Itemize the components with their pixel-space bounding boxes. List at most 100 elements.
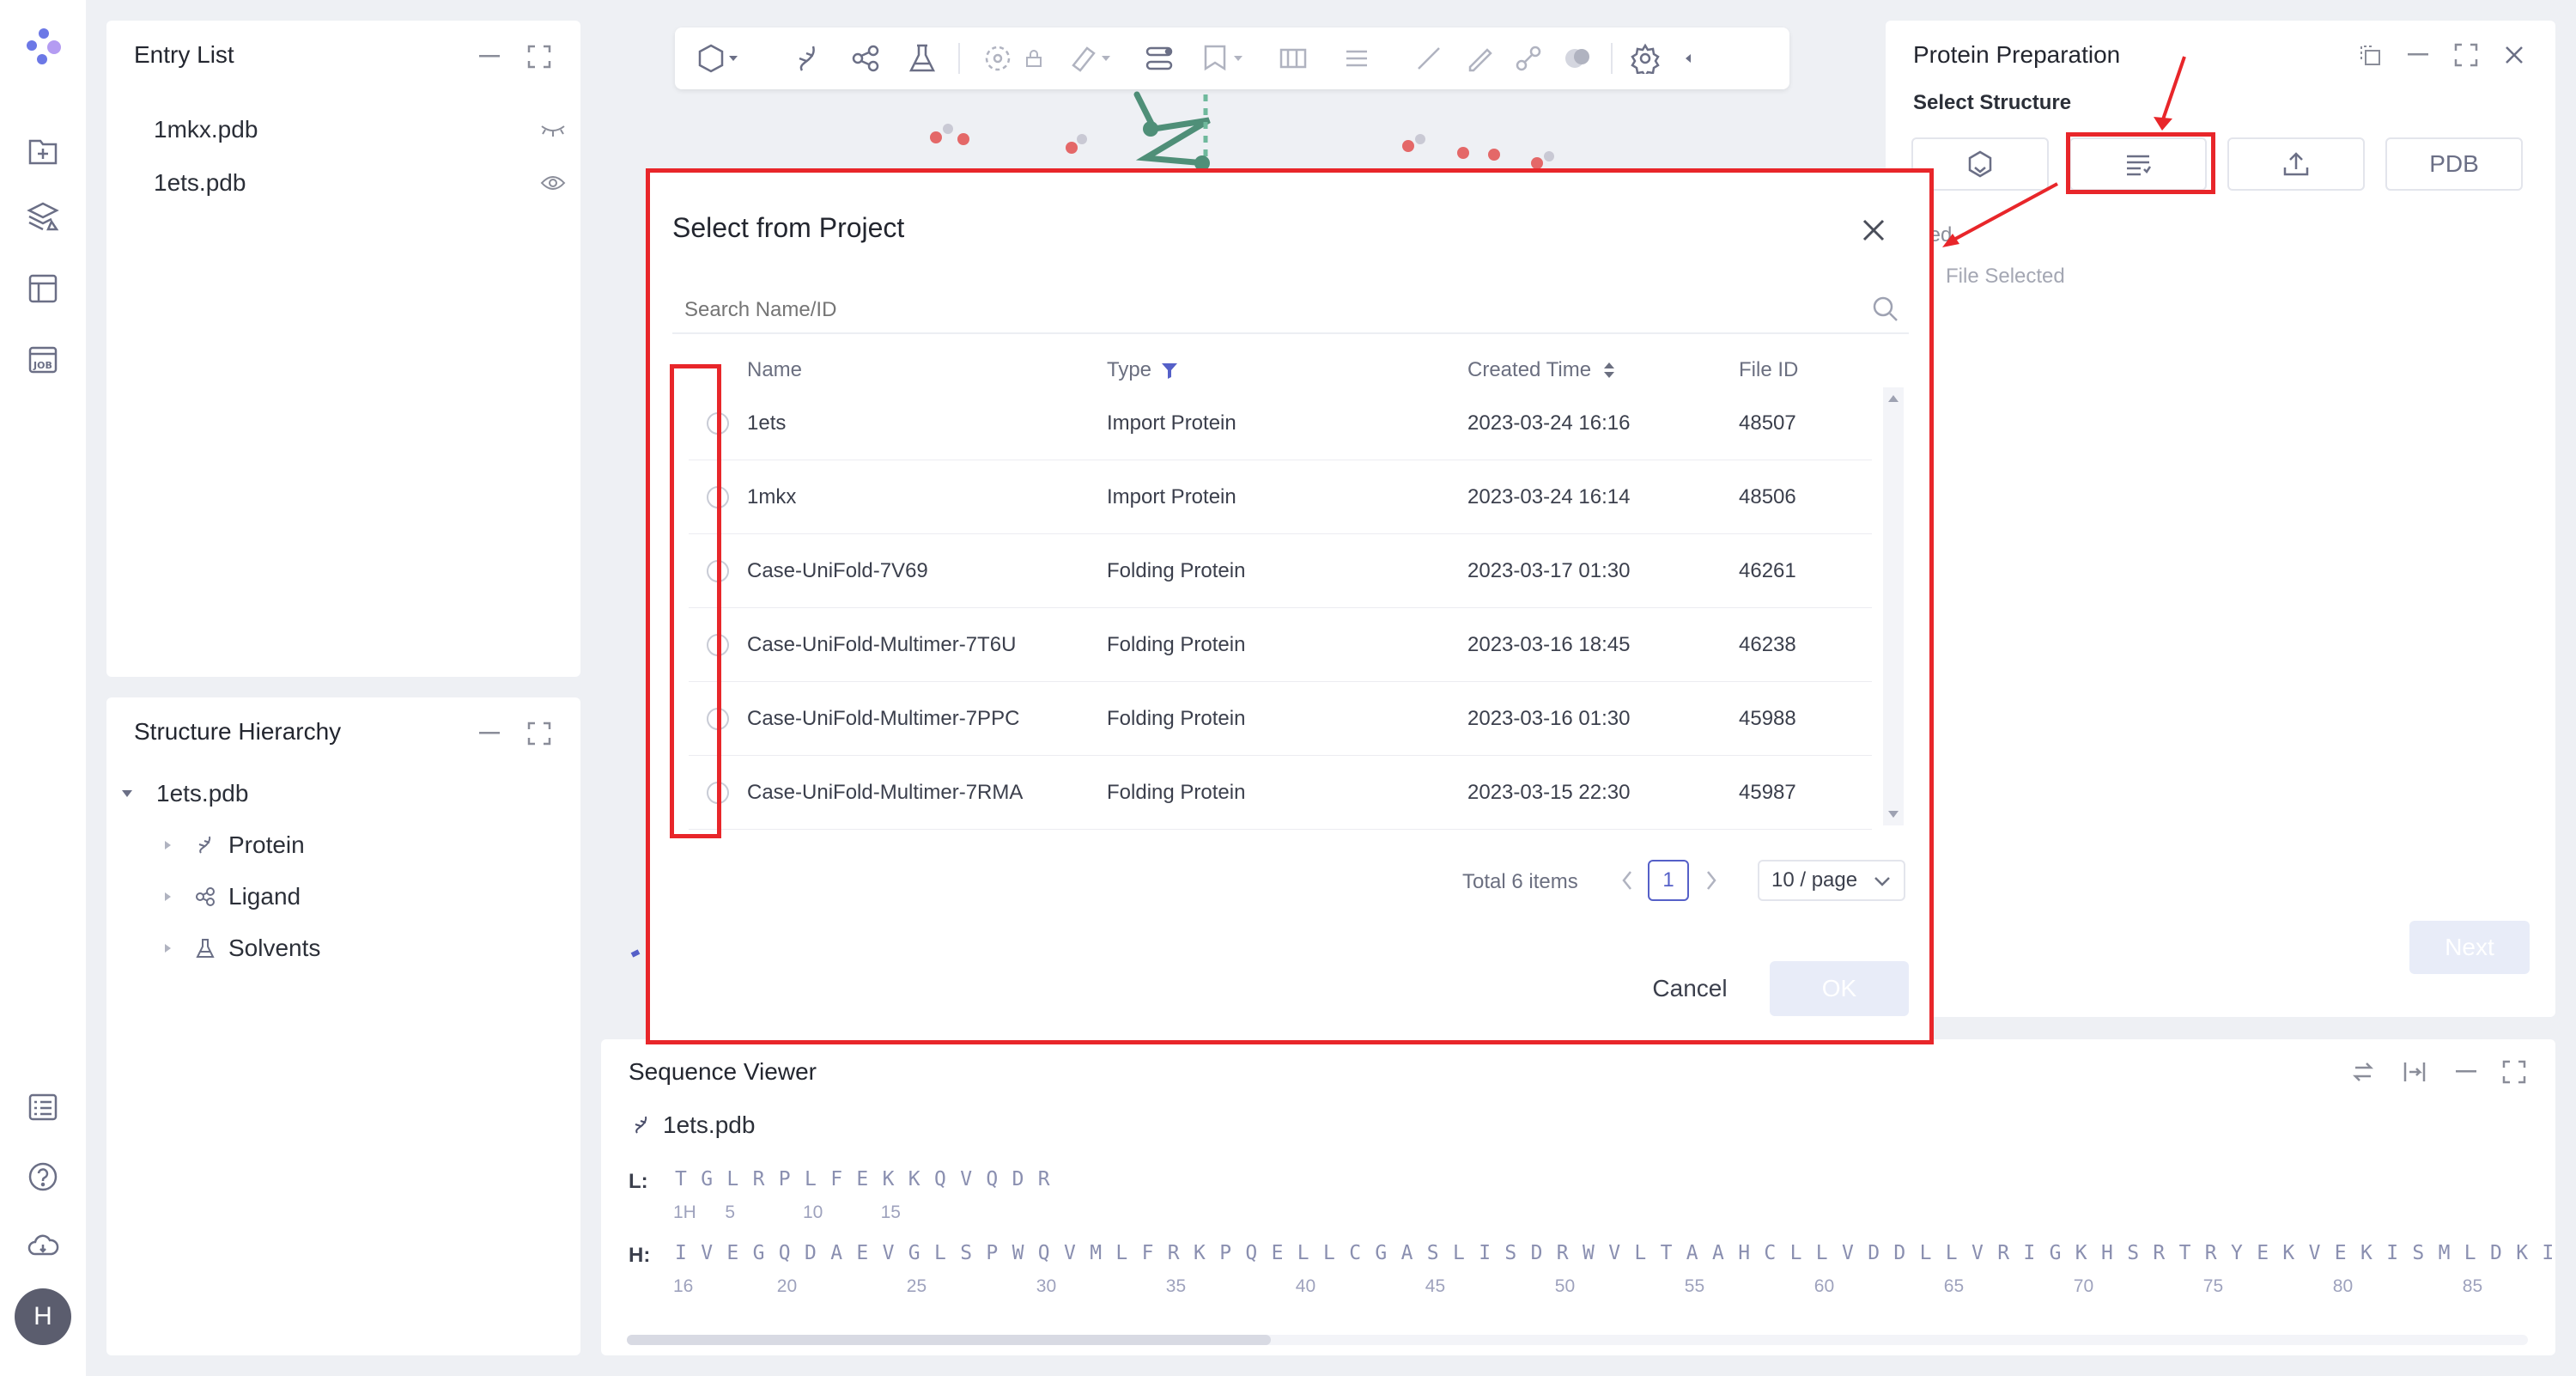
cancel-button[interactable]: Cancel bbox=[1634, 961, 1746, 1016]
search-icon[interactable] bbox=[1871, 295, 1900, 324]
residue[interactable]: V bbox=[1608, 1242, 1620, 1264]
residue[interactable]: S bbox=[1504, 1242, 1516, 1264]
table-row[interactable]: 1mkx Import Protein 2023-03-24 16:14 48506 bbox=[689, 460, 1872, 534]
residue[interactable]: Q bbox=[779, 1242, 791, 1264]
flask-icon[interactable] bbox=[905, 41, 939, 76]
collapse-icon[interactable] bbox=[1680, 41, 1697, 76]
residue[interactable]: S bbox=[1427, 1242, 1439, 1264]
residue[interactable]: C bbox=[1764, 1242, 1776, 1264]
avatar[interactable]: H bbox=[15, 1288, 71, 1345]
residue[interactable]: A bbox=[1401, 1242, 1413, 1264]
eye-icon[interactable] bbox=[540, 174, 566, 192]
residue[interactable]: V bbox=[1971, 1242, 1984, 1264]
residue[interactable]: I bbox=[675, 1242, 687, 1264]
chain-l-sequence[interactable]: TGLRPLFEKKQVQDR bbox=[675, 1168, 2547, 1197]
new-file-icon[interactable] bbox=[22, 131, 64, 172]
caret-down-icon[interactable] bbox=[120, 788, 134, 799]
link-icon[interactable] bbox=[1511, 41, 1546, 76]
ok-button[interactable]: OK bbox=[1770, 961, 1909, 1016]
residue[interactable]: P bbox=[779, 1168, 791, 1190]
residue[interactable]: D bbox=[1868, 1242, 1880, 1264]
residue[interactable]: L bbox=[2464, 1242, 2476, 1264]
residue[interactable]: Q bbox=[1245, 1242, 1257, 1264]
pdb-button[interactable]: PDB bbox=[2385, 137, 2523, 191]
table-row[interactable]: Case-UniFold-Multimer-7RMA Folding Protei… bbox=[689, 756, 1872, 830]
residue[interactable]: L bbox=[1816, 1242, 1828, 1264]
scroll-up-icon[interactable] bbox=[1887, 394, 1899, 403]
residue[interactable]: K bbox=[908, 1168, 920, 1190]
lock-icon[interactable] bbox=[1017, 41, 1051, 76]
close-icon[interactable] bbox=[2499, 40, 2530, 70]
next-button[interactable]: Next bbox=[2409, 921, 2530, 974]
minimize-icon[interactable] bbox=[474, 41, 505, 72]
residue[interactable]: F bbox=[830, 1168, 842, 1190]
map-icon[interactable] bbox=[1276, 41, 1310, 76]
table-icon[interactable] bbox=[22, 268, 64, 309]
page-size-select[interactable]: 10 / page bbox=[1758, 860, 1905, 901]
residue[interactable]: P bbox=[986, 1242, 998, 1264]
sort-icon[interactable] bbox=[1603, 361, 1615, 380]
residue[interactable]: W bbox=[1012, 1242, 1024, 1264]
table-row[interactable]: Case-UniFold-Multimer-7T6U Folding Protei… bbox=[689, 608, 1872, 682]
protein-icon[interactable] bbox=[792, 41, 826, 76]
residue[interactable]: D bbox=[1531, 1242, 1543, 1264]
residue[interactable]: R bbox=[2205, 1242, 2217, 1264]
caret-right-icon[interactable] bbox=[163, 942, 172, 954]
residue[interactable]: C bbox=[1349, 1242, 1361, 1264]
residue[interactable]: A bbox=[830, 1242, 842, 1264]
caret-right-icon[interactable] bbox=[163, 839, 172, 851]
residue[interactable]: T bbox=[675, 1168, 687, 1190]
residue[interactable]: E bbox=[2335, 1242, 2347, 1264]
residue[interactable]: R bbox=[2153, 1242, 2165, 1264]
eye-closed-icon[interactable] bbox=[540, 121, 566, 138]
residue[interactable]: T bbox=[1661, 1242, 1673, 1264]
residue[interactable]: I bbox=[1479, 1242, 1491, 1264]
table-row[interactable]: Case-UniFold-Multimer-7PPC Folding Protei… bbox=[689, 682, 1872, 756]
ligand-icon[interactable] bbox=[848, 41, 883, 76]
residue[interactable]: I bbox=[2542, 1242, 2554, 1264]
residue[interactable]: L bbox=[1790, 1242, 1802, 1264]
residue[interactable]: D bbox=[1893, 1242, 1905, 1264]
residue[interactable]: V bbox=[1842, 1242, 1854, 1264]
residue[interactable]: D bbox=[1012, 1168, 1024, 1190]
cube-icon[interactable] bbox=[694, 41, 728, 76]
vertical-scrollbar[interactable] bbox=[1883, 387, 1904, 825]
residue[interactable]: K bbox=[2075, 1242, 2087, 1264]
job-icon[interactable]: JOB bbox=[22, 338, 64, 380]
residue[interactable]: D bbox=[2490, 1242, 2502, 1264]
copy-icon[interactable] bbox=[2354, 40, 2385, 70]
residue[interactable]: V bbox=[883, 1242, 895, 1264]
table-row[interactable]: Case-UniFold-7V69 Folding Protein 2023-03-… bbox=[689, 534, 1872, 608]
residue[interactable]: D bbox=[805, 1242, 817, 1264]
residue[interactable]: I bbox=[2023, 1242, 2035, 1264]
residue[interactable]: L bbox=[1115, 1242, 1127, 1264]
horizontal-scrollbar[interactable] bbox=[627, 1335, 2528, 1345]
minimize-icon[interactable] bbox=[2403, 40, 2433, 70]
residue[interactable]: E bbox=[856, 1242, 868, 1264]
gear-icon[interactable] bbox=[1628, 41, 1662, 76]
entry-item[interactable]: 1ets.pdb bbox=[154, 161, 566, 204]
residue[interactable]: K bbox=[2360, 1242, 2372, 1264]
residue[interactable]: E bbox=[726, 1242, 738, 1264]
residue[interactable]: I bbox=[2386, 1242, 2398, 1264]
prev-page-icon[interactable] bbox=[1619, 865, 1636, 896]
residue[interactable]: Q bbox=[986, 1168, 998, 1190]
tree-node-protein[interactable]: Protein bbox=[163, 826, 305, 864]
residue[interactable]: K bbox=[2282, 1242, 2294, 1264]
residue[interactable]: M bbox=[2439, 1242, 2451, 1264]
scrollbar-thumb[interactable] bbox=[627, 1335, 1271, 1345]
chevron-down-icon[interactable] bbox=[1097, 41, 1115, 76]
fit-width-icon[interactable] bbox=[2399, 1056, 2430, 1087]
residue[interactable]: L bbox=[1453, 1242, 1465, 1264]
residue[interactable]: G bbox=[753, 1242, 765, 1264]
residue[interactable]: E bbox=[856, 1168, 868, 1190]
pencil-icon[interactable] bbox=[1461, 41, 1496, 76]
residue[interactable]: R bbox=[753, 1168, 765, 1190]
chain-h-sequence[interactable]: IVEGQDAEVGLSPWQVMLFRKPQELLCGASLISDRWVLTA… bbox=[675, 1242, 2554, 1271]
residue[interactable]: T bbox=[2179, 1242, 2191, 1264]
residue[interactable]: A bbox=[1686, 1242, 1698, 1264]
residue[interactable]: L bbox=[726, 1168, 738, 1190]
residue[interactable]: Q bbox=[934, 1168, 946, 1190]
residue[interactable]: F bbox=[1142, 1242, 1154, 1264]
residue[interactable]: Q bbox=[1038, 1242, 1050, 1264]
